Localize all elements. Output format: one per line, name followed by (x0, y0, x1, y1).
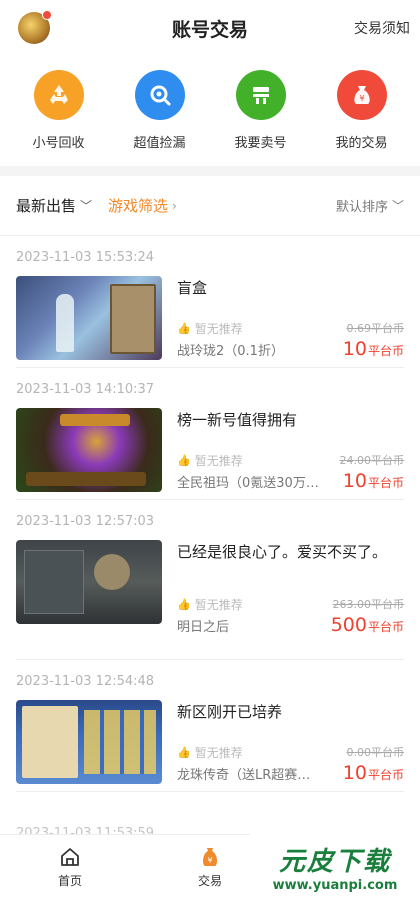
listing-info: 榜一新号值得拥有 👍 暂无推荐 全民祖玛（0氪送30万… 24.00平台币 10 平… (177, 408, 405, 492)
nav-home-label: 首页 (57, 874, 82, 888)
price-value: 10 (342, 470, 367, 492)
recommend-text: 暂无推荐 (194, 746, 243, 760)
quick-actions: 小号回收 超值捡漏 我要卖号 ¥ 我的交易 (0, 56, 420, 166)
sale-price: 10 平台币 (343, 338, 404, 360)
game-screenshot-thumbnail (16, 408, 162, 492)
listing-date: 2023-11-03 12:54:48 (16, 674, 155, 689)
recommend-tag: 👍 暂无推荐 (177, 320, 243, 337)
listing-card[interactable]: 新区刚开已培养 👍 暂无推荐 龙珠传奇（送LR超赛… 0.00平台币 10 平台币 (16, 700, 404, 792)
magnifier-icon (134, 70, 185, 120)
recommend-tag: 👍 暂无推荐 (177, 596, 243, 613)
listing-title: 榜一新号值得拥有 (177, 411, 298, 429)
listing-info: 盲盒 👍 暂无推荐 战玲珑2（0.1折） 0.69平台币 10 平台币 (177, 276, 405, 360)
original-price: 0.00平台币 (346, 746, 405, 759)
listing-info: 已经是很良心了。爱买不买了。 👍 暂无推荐 明日之后 263.00平台币 500 平… (177, 540, 404, 647)
section-divider (0, 166, 420, 176)
listing-title: 已经是很良心了。爱买不买了。 (177, 543, 388, 561)
chevron-down-icon: ﹀ (80, 199, 93, 213)
latest-filter[interactable]: 最新出售 ﹀ (16, 195, 92, 216)
original-price: 0.69平台币 (346, 322, 405, 335)
sale-price: 500 平台币 (331, 614, 404, 636)
watermark-logo-text: 元皮下载 (278, 847, 391, 877)
listing-card[interactable]: 已经是很良心了。爱买不买了。 👍 暂无推荐 明日之后 263.00平台币 500 平… (16, 540, 404, 660)
quick-action-bargain[interactable]: 超值捡漏 (115, 70, 205, 166)
game-filter[interactable]: 游戏筛选 › (108, 195, 177, 216)
price-unit: 平台币 (367, 344, 404, 358)
notification-dot (42, 10, 52, 20)
nav-home[interactable]: 首页 (0, 835, 140, 900)
game-name: 全民祖玛（0氪送30万… (177, 476, 319, 491)
listing-date: 2023-11-03 14:10:37 (16, 382, 155, 397)
recycle-icon (33, 70, 84, 120)
filter-bar: 最新出售 ﹀ 游戏筛选 › 默认排序 ﹀ (0, 176, 420, 236)
price-unit: 平台币 (367, 768, 404, 782)
game-name: 明日之后 (177, 620, 230, 635)
recommend-text: 暂无推荐 (194, 322, 243, 336)
listing-info: 新区刚开已培养 👍 暂无推荐 龙珠传奇（送LR超赛… 0.00平台币 10 平台币 (177, 700, 405, 784)
recommend-text: 暂无推荐 (194, 454, 243, 468)
listing-card[interactable]: 榜一新号值得拥有 👍 暂无推荐 全民祖玛（0氪送30万… 24.00平台币 10 平… (16, 408, 404, 500)
sale-price: 10 平台币 (343, 762, 404, 784)
quick-action-label: 超值捡漏 (133, 136, 186, 151)
thumbs-up-icon: 👍 (177, 746, 191, 759)
game-screenshot-thumbnail (16, 540, 162, 624)
page-title: 账号交易 (171, 18, 249, 41)
avatar[interactable] (18, 10, 52, 44)
recommend-tag: 👍 暂无推荐 (177, 744, 243, 761)
listing-date: 2023-11-03 15:53:24 (16, 250, 155, 265)
listing-date: 2023-11-03 12:57:03 (16, 514, 155, 529)
sort-label: 默认排序 (335, 200, 388, 215)
chevron-right-icon: › (172, 198, 177, 213)
site-watermark: 元皮下载 www.yuanpi.com (250, 834, 420, 900)
thumbs-up-icon: 👍 (177, 598, 191, 611)
quick-action-label: 小号回收 (32, 136, 85, 151)
sale-price: 10 平台币 (343, 470, 404, 492)
game-screenshot-thumbnail (16, 700, 162, 784)
chevron-down-icon: ﹀ (391, 199, 404, 213)
original-price: 24.00平台币 (339, 454, 405, 467)
quick-action-recycle[interactable]: 小号回收 (14, 70, 104, 166)
quick-action-my-trades[interactable]: ¥ 我的交易 (317, 70, 407, 166)
price-value: 10 (342, 762, 367, 784)
listing-list: 2023-11-03 15:53:24 盲盒 👍 暂无推荐 战玲珑2（0.1折） … (0, 236, 420, 792)
header: 账号交易 交易须知 (0, 0, 420, 56)
game-screenshot-thumbnail (16, 276, 162, 360)
money-bag-icon: ¥ (336, 70, 387, 120)
quick-action-sell[interactable]: 我要卖号 (216, 70, 306, 166)
quick-action-label: 我要卖号 (234, 136, 287, 151)
game-filter-label: 游戏筛选 (108, 197, 169, 215)
game-name: 龙珠传奇（送LR超赛… (177, 768, 311, 783)
original-price: 263.00平台币 (332, 598, 405, 611)
listing-title: 新区刚开已培养 (177, 703, 283, 721)
listing-title: 盲盒 (177, 279, 208, 297)
recommend-tag: 👍 暂无推荐 (177, 452, 243, 469)
trade-notice-link[interactable]: 交易须知 (354, 18, 410, 38)
price-value: 500 (330, 614, 367, 636)
thumbs-up-icon: 👍 (177, 454, 191, 467)
trade-bag-icon: ¥ (199, 846, 221, 868)
price-unit: 平台币 (367, 476, 404, 490)
thumbs-up-icon: 👍 (177, 322, 191, 335)
listing-card[interactable]: 盲盒 👍 暂无推荐 战玲珑2（0.1折） 0.69平台币 10 平台币 (16, 276, 404, 368)
watermark-url: www.yuanpi.com (272, 878, 398, 893)
price-unit: 平台币 (367, 620, 404, 634)
latest-filter-label: 最新出售 (16, 197, 77, 215)
sell-icon (235, 70, 286, 120)
home-icon (59, 846, 81, 868)
price-value: 10 (342, 338, 367, 360)
game-name: 战玲珑2（0.1折） (177, 344, 284, 359)
svg-text:¥: ¥ (207, 856, 212, 865)
quick-action-label: 我的交易 (335, 136, 388, 151)
recommend-text: 暂无推荐 (194, 598, 243, 612)
sort-dropdown[interactable]: 默认排序 ﹀ (336, 196, 404, 215)
nav-trade-label: 交易 (197, 874, 222, 888)
svg-text:¥: ¥ (359, 94, 364, 103)
